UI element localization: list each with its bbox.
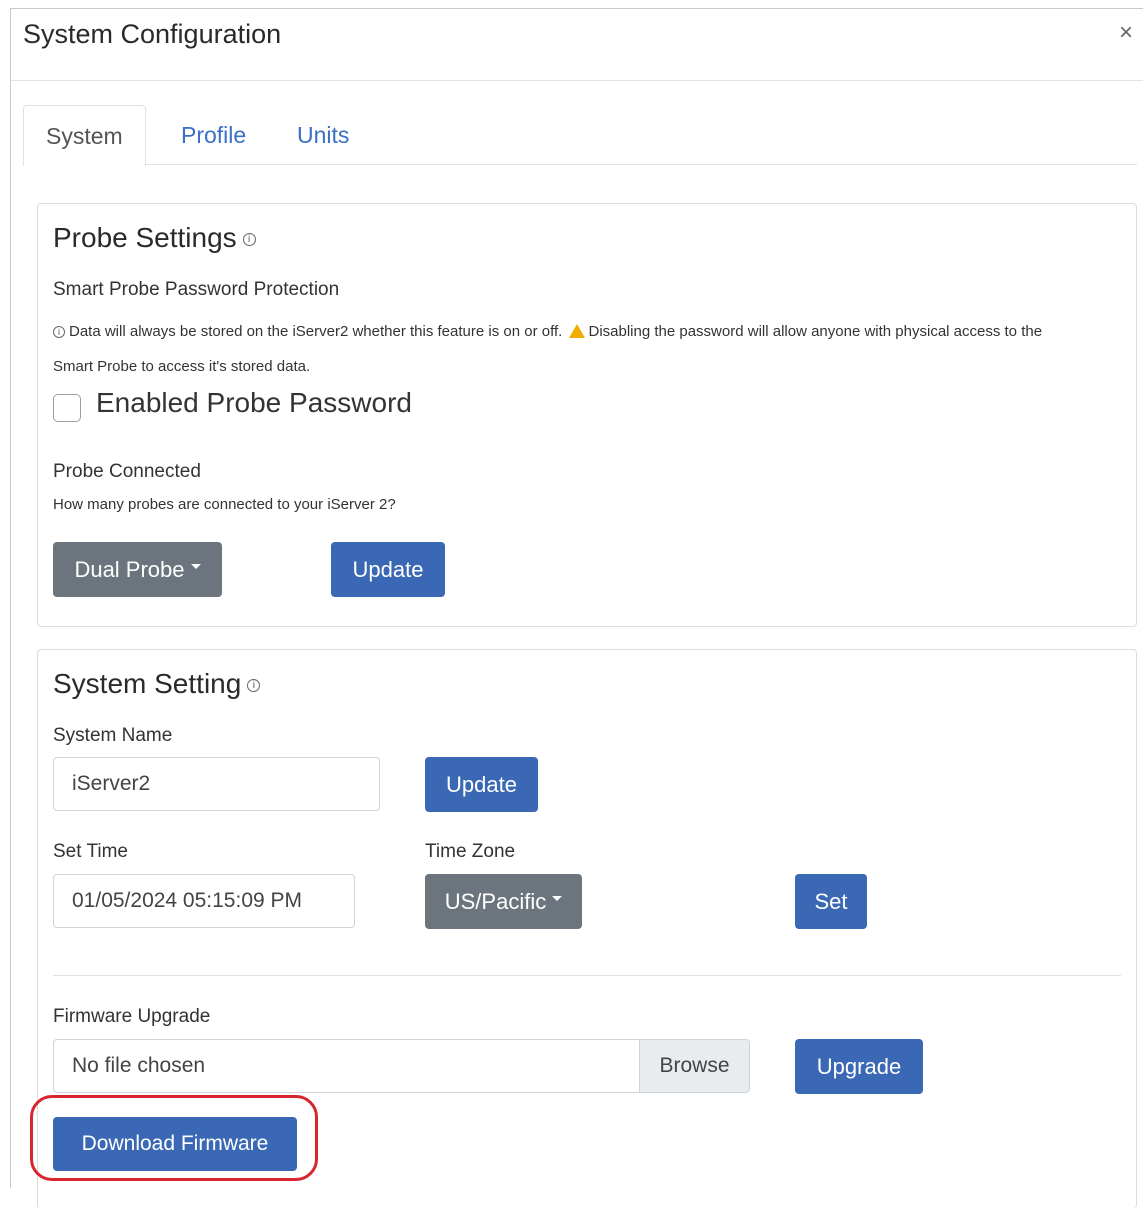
probe-password-checkbox[interactable]: [53, 394, 81, 422]
tab-profile[interactable]: Profile: [159, 105, 268, 165]
browse-button[interactable]: Browse: [639, 1040, 749, 1092]
info-circle-icon: i: [247, 679, 261, 693]
time-zone-dropdown[interactable]: US/Pacific: [425, 874, 582, 929]
checkbox-label: Enabled Probe Password: [96, 387, 412, 418]
system-name-label: System Name: [53, 725, 173, 746]
info-line-1: i Data will always be stored on the iServ…: [53, 323, 1042, 340]
password-protection-label: Smart Probe Password Protection: [53, 279, 340, 300]
probe-settings-card: Probe Settings i Smart Probe Password Pro…: [37, 203, 1137, 627]
probe-connected-help: How many probes are connected to your iS…: [53, 496, 396, 513]
info-circle-icon: i: [53, 326, 65, 339]
time-zone-label: Time Zone: [425, 841, 516, 862]
tab-units[interactable]: Units: [275, 105, 371, 165]
highlight-annotation: [30, 1095, 318, 1181]
firmware-file-input[interactable]: No file chosen Browse: [53, 1039, 750, 1093]
modal-title: System Configuration: [23, 19, 282, 49]
modal-header: System Configuration ×: [11, 9, 1143, 81]
info-text: Data will always be stored on the iServe…: [69, 323, 563, 340]
probe-settings-title-text: Probe Settings: [53, 222, 237, 253]
file-chosen-text: No file chosen: [72, 1054, 206, 1077]
close-icon[interactable]: ×: [1119, 21, 1133, 45]
probe-connected-label: Probe Connected: [53, 461, 201, 482]
tab-bar: System Profile Units: [23, 105, 1137, 166]
info-circle-icon: i: [242, 233, 256, 247]
probe-update-button[interactable]: Update: [331, 542, 445, 597]
upgrade-button[interactable]: Upgrade: [795, 1039, 923, 1094]
warning-triangle-icon: [569, 324, 586, 338]
probe-settings-title: Probe Settings i: [53, 222, 256, 254]
set-time-label: Set Time: [53, 841, 128, 862]
tab-system[interactable]: System: [23, 105, 146, 166]
system-configuration-modal: System Configuration × System Profile Un…: [10, 8, 1143, 1209]
warning-text: Disabling the password will allow anyone…: [588, 323, 1043, 340]
system-name-update-button[interactable]: Update: [425, 757, 538, 812]
probe-count-value: Dual Probe: [74, 556, 185, 582]
system-name-input[interactable]: iServer2: [53, 757, 380, 811]
info-line-2: Smart Probe to access it's stored data.: [53, 358, 311, 375]
caret-down-icon: [552, 896, 563, 902]
time-zone-value: US/Pacific: [444, 888, 547, 914]
probe-count-dropdown[interactable]: Dual Probe: [53, 542, 222, 597]
time-input[interactable]: 01/05/2024 05:15:09 PM: [53, 874, 355, 928]
section-divider: [53, 975, 1121, 976]
system-setting-title-text: System Setting: [53, 668, 242, 699]
set-time-button[interactable]: Set: [795, 874, 867, 929]
system-setting-title: System Setting i: [53, 668, 261, 700]
caret-down-icon: [190, 564, 201, 570]
firmware-upgrade-label: Firmware Upgrade: [53, 1006, 211, 1027]
